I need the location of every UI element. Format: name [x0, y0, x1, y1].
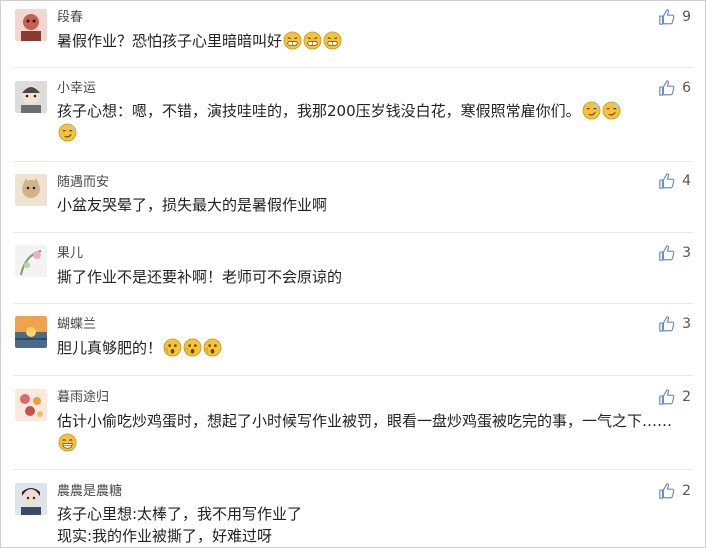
grin-teeth-emoji [303, 31, 322, 50]
comment-author[interactable]: 暮雨途归 [57, 390, 109, 406]
like-count: 9 [682, 9, 691, 25]
comment-text-body: 暑假作业？恐怕孩子心里暗暗叫好 [57, 32, 283, 50]
like-count: 6 [682, 80, 691, 96]
avatar[interactable] [15, 316, 47, 348]
like-button[interactable]: 9 [658, 8, 691, 26]
thumbs-up-icon [658, 8, 676, 26]
divider [13, 469, 693, 470]
comment-author[interactable]: 小幸运 [57, 81, 96, 97]
divider [13, 232, 693, 233]
avatar[interactable] [15, 9, 47, 41]
like-button[interactable]: 2 [658, 482, 691, 500]
shocked-emoji [163, 338, 182, 357]
comment-text-body: 小盆友哭晕了，损失最大的是暑假作业啊 [57, 196, 328, 214]
shocked-emoji [203, 338, 222, 357]
comment-text-body: 估计小偷吃炒鸡蛋时，想起了小时候写作业被罚，眼看一盘炒鸡蛋被吃完的事，一气之下…… [57, 412, 673, 430]
thumbs-up-icon [658, 315, 676, 333]
avatar[interactable] [15, 389, 47, 421]
comment-author[interactable]: 農農是農糖 [57, 484, 122, 500]
avatar[interactable] [15, 174, 47, 206]
like-count: 3 [682, 316, 691, 332]
comment-author[interactable]: 果儿 [57, 246, 83, 262]
comment-text: 撕了作业不是还要补啊！老师可不会原谅的 [57, 266, 685, 288]
comment-text-line: 现实:我的作业被撕了，好难过呀 [57, 527, 273, 545]
avatar[interactable] [15, 483, 47, 515]
thumbs-up-icon [658, 482, 676, 500]
comment-text: 小盆友哭晕了，损失最大的是暑假作业啊 [57, 194, 685, 216]
comment-author[interactable]: 随遇而安 [57, 175, 109, 191]
like-button[interactable]: 4 [658, 172, 691, 190]
like-button[interactable]: 3 [658, 315, 691, 333]
comment-text: 胆儿真够肥的！ [57, 337, 685, 359]
big-grin-emoji [58, 433, 77, 452]
grin-teeth-emoji [323, 31, 342, 50]
like-button[interactable]: 3 [658, 244, 691, 262]
comment-text-line: 孩子心里想:太棒了，我不用写作业了 [57, 505, 303, 523]
comment-author[interactable]: 蝴蝶兰 [57, 317, 96, 333]
comment-text: 暑假作业？恐怕孩子心里暗暗叫好 [57, 30, 685, 52]
comment-text-body: 孩子心想：嗯，不错，演技哇哇的，我那200压岁钱没白花，寒假照常雇你们。 [57, 102, 581, 120]
comment-author[interactable]: 段春 [57, 10, 83, 26]
divider [13, 161, 693, 162]
thumbs-up-icon [658, 244, 676, 262]
like-count: 3 [682, 245, 691, 261]
divider [13, 303, 693, 304]
smirk-emoji [58, 123, 77, 142]
smirk-emoji [582, 101, 601, 120]
comment-text: 孩子心想：嗯，不错，演技哇哇的，我那200压岁钱没白花，寒假照常雇你们。 [57, 100, 685, 144]
comment-text-body: 撕了作业不是还要补啊！老师可不会原谅的 [57, 268, 343, 286]
avatar[interactable] [15, 81, 47, 113]
thumbs-up-icon [658, 172, 676, 190]
shocked-emoji [183, 338, 202, 357]
thumbs-up-icon [658, 388, 676, 406]
thumbs-up-icon [658, 79, 676, 97]
grin-teeth-emoji [283, 31, 302, 50]
like-count: 2 [682, 483, 691, 499]
like-count: 2 [682, 389, 691, 405]
avatar[interactable] [15, 245, 47, 277]
like-count: 4 [682, 173, 691, 189]
comment-text: 孩子心里想:太棒了，我不用写作业了 现实:我的作业被撕了，好难过呀 [57, 503, 685, 547]
smirk-emoji [602, 101, 621, 120]
like-button[interactable]: 6 [658, 79, 691, 97]
divider [13, 375, 693, 376]
like-button[interactable]: 2 [658, 388, 691, 406]
comment-text-body: 胆儿真够肥的！ [57, 339, 163, 357]
divider [13, 67, 693, 68]
comment-text: 估计小偷吃炒鸡蛋时，想起了小时候写作业被罚，眼看一盘炒鸡蛋被吃完的事，一气之下…… [57, 410, 685, 454]
comment-list: 段春 暑假作业？恐怕孩子心里暗暗叫好 9 小幸运 孩子心想：嗯，不错，演技哇哇的… [0, 0, 706, 548]
